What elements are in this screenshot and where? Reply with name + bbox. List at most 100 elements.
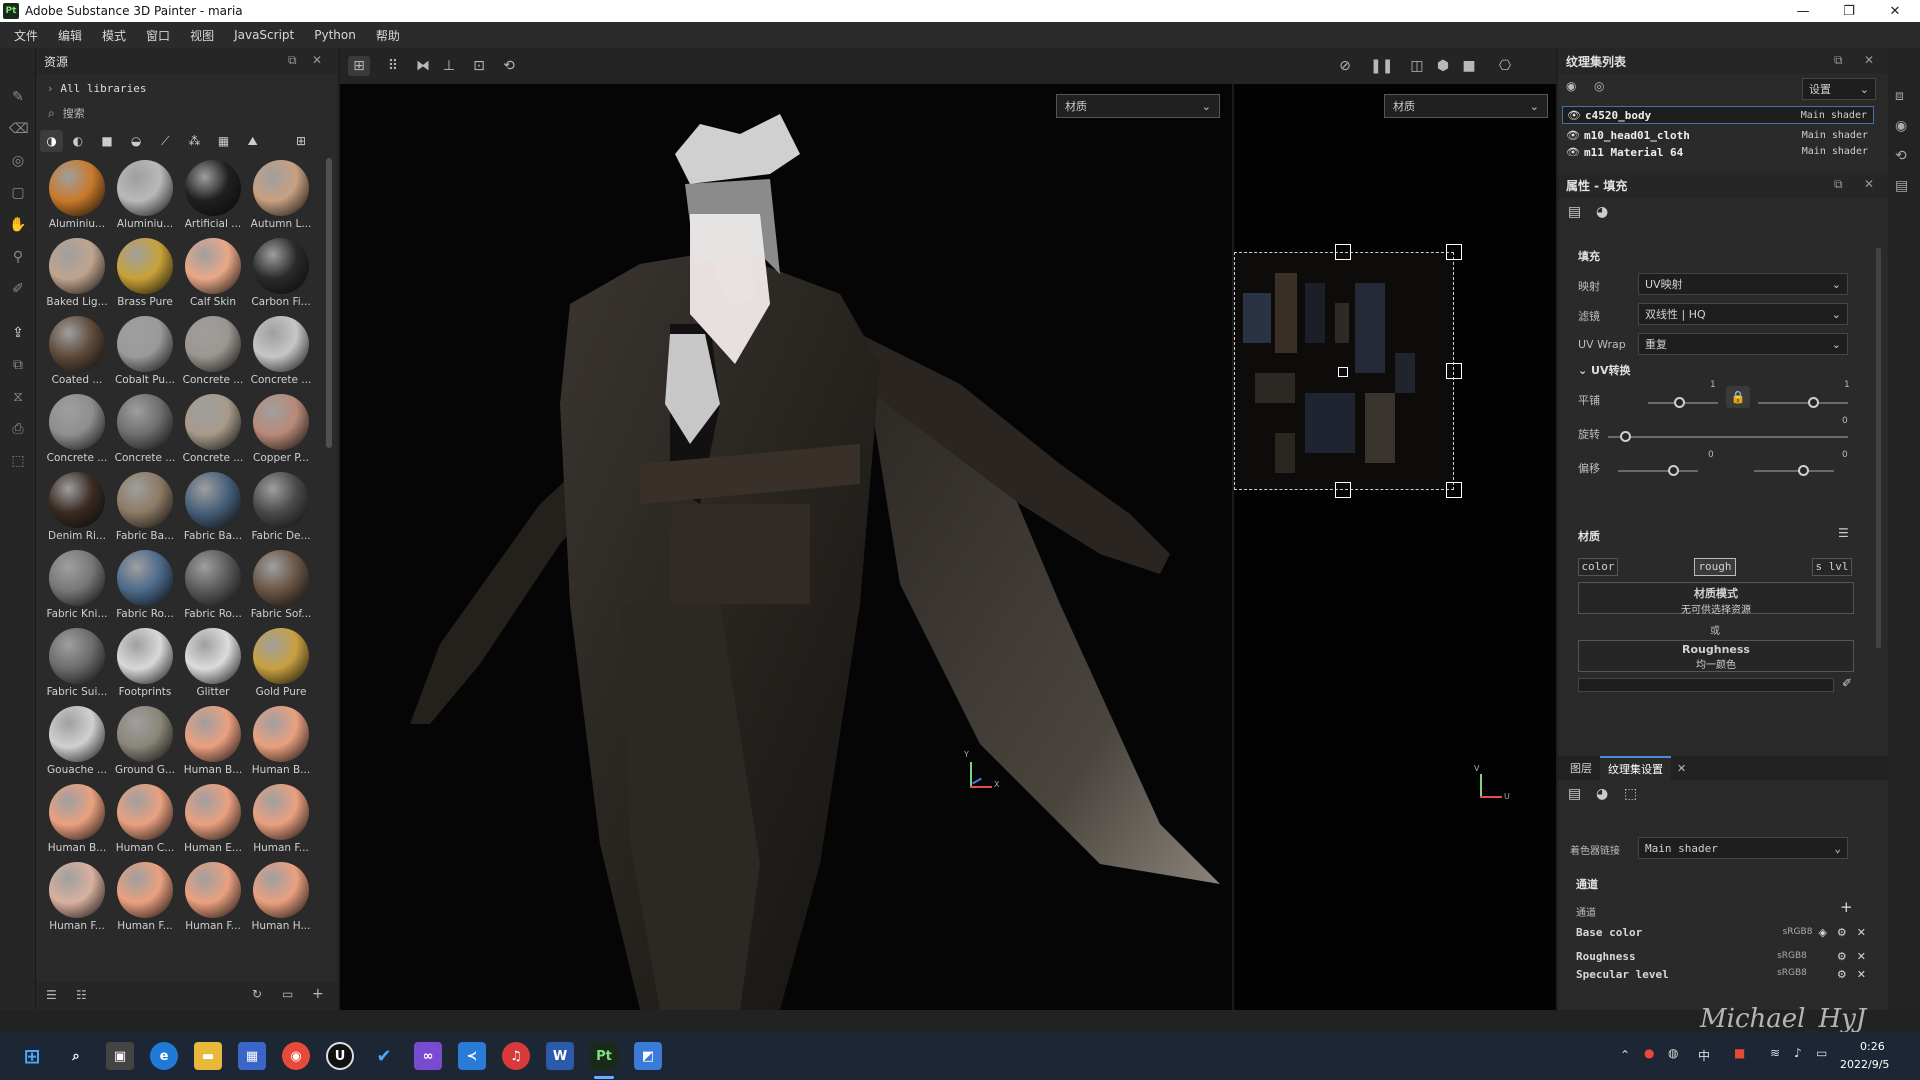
grid-toggle-icon[interactable]: ⊞ — [348, 56, 370, 76]
material-thumbnail[interactable] — [253, 550, 309, 606]
texture-set-row[interactable]: 👁 m11_Material_64 Main shader — [1562, 146, 1874, 156]
edge-icon[interactable]: e — [150, 1042, 178, 1070]
store-icon[interactable]: ▦ — [238, 1042, 266, 1070]
wifi-icon[interactable]: ≋ — [1770, 1046, 1780, 1060]
breadcrumb[interactable]: › All libraries — [44, 78, 328, 98]
windows-start-icon[interactable]: ⊞ — [18, 1042, 46, 1070]
symmetry-icon[interactable]: ⧓ — [412, 56, 434, 76]
visual-studio-icon[interactable]: ∞ — [414, 1042, 442, 1070]
offset-slider-x[interactable] — [1618, 470, 1698, 472]
filter-generators-icon[interactable]: ◒ — [122, 134, 151, 148]
viewport[interactable]: ⊞ ⠿ ⧓ ⊥ ⊡ ⟲ ⊘ ❚❚ ◫ ⬢ ■ ⎔ Y X V U 材质 ⌄ 材质… — [340, 48, 1556, 1010]
history-icon[interactable]: ⟲ — [498, 56, 520, 76]
battery-icon[interactable]: ▭ — [1816, 1046, 1827, 1060]
paint-brush-icon[interactable]: ✎ — [9, 88, 27, 106]
3d-view[interactable]: Y X — [340, 84, 1232, 1010]
material-thumbnail[interactable] — [117, 862, 173, 918]
tray-steam-icon[interactable]: ◍ — [1668, 1046, 1678, 1060]
substance-painter-icon[interactable]: Pt — [590, 1042, 618, 1070]
offset-slider-x-knob[interactable] — [1668, 465, 1679, 476]
gear-icon[interactable]: ⚙ — [1837, 968, 1847, 980]
material-thumbnail[interactable] — [117, 628, 173, 684]
material-mode-slot[interactable]: 材质模式 无可供选择资源 — [1578, 582, 1854, 616]
refresh-icon[interactable]: ↻ — [252, 987, 262, 1001]
material-thumbnail[interactable] — [185, 706, 241, 762]
tray-music-icon[interactable]: ● — [1644, 1046, 1654, 1060]
filter-select[interactable]: 双线性 | HQ ⌄ — [1638, 303, 1848, 325]
material-thumbnail[interactable] — [49, 550, 105, 606]
channel-lvl-button[interactable]: s lvl — [1812, 558, 1852, 576]
remove-channel-icon[interactable]: ✕ — [1857, 950, 1866, 963]
texture-set-row[interactable]: 👁 m10_head01_cloth Main shader — [1562, 126, 1874, 144]
texture-set-row[interactable]: 👁 c4520_body Main shader — [1562, 106, 1874, 124]
assets-scrollbar[interactable] — [326, 158, 332, 448]
material-thumbnail[interactable] — [185, 394, 241, 450]
volume-icon[interactable]: ♪ — [1794, 1046, 1802, 1060]
export-icon[interactable]: ⎙ — [9, 420, 27, 438]
channel-row[interactable]: Roughness sRGB8 ⚙ ✕ — [1576, 944, 1866, 968]
material-thumbnail[interactable] — [185, 550, 241, 606]
close-panel-icon[interactable]: ✕ — [312, 53, 322, 67]
uv-handle-right[interactable] — [1446, 363, 1462, 379]
projection-icon[interactable]: ◎ — [9, 152, 27, 170]
material-thumbnail[interactable] — [49, 706, 105, 762]
material-thumbnail[interactable] — [253, 238, 309, 294]
cube-view-icon[interactable]: ⬢ — [1432, 56, 1454, 76]
lock-icon[interactable]: 🔒 — [1726, 386, 1750, 408]
material-thumbnail[interactable] — [117, 160, 173, 216]
eye-icon[interactable]: 👁 — [1566, 129, 1580, 142]
shelf-icon[interactable]: ⧉ — [9, 356, 27, 374]
history-icon[interactable]: ⟲ — [1895, 148, 1907, 164]
material-thumbnail[interactable] — [117, 238, 173, 294]
add-icon[interactable]: + — [312, 986, 324, 1002]
uvwrap-select[interactable]: 重复 ⌄ — [1638, 333, 1848, 355]
material-thumbnail[interactable] — [185, 628, 241, 684]
photos-icon[interactable]: ◩ — [634, 1042, 662, 1070]
material-thumbnail[interactable] — [117, 706, 173, 762]
material-thumbnail[interactable] — [117, 472, 173, 528]
uv-pivot[interactable] — [1338, 367, 1348, 377]
align-icon[interactable]: ⊥ — [438, 56, 460, 76]
grid-view-icon[interactable]: ⊞ — [267, 134, 306, 148]
bake-icon[interactable]: ⧖ — [9, 388, 27, 406]
filter-alphas-icon[interactable]: ▦ — [209, 134, 238, 148]
material-thumbnail[interactable] — [49, 784, 105, 840]
eye-icon[interactable]: 👁 — [1567, 109, 1581, 122]
material-thumbnail[interactable] — [185, 862, 241, 918]
split-view-icon[interactable]: ◫ — [1406, 56, 1428, 76]
filter-particles-icon[interactable]: ⁂ — [180, 134, 209, 148]
close-tab-icon[interactable]: ✕ — [1677, 762, 1686, 775]
scale-slider-v[interactable] — [1758, 402, 1848, 404]
float-panel-icon[interactable]: ⧉ — [288, 53, 297, 68]
new-folder-icon[interactable]: ▭ — [282, 987, 293, 1001]
channel-row[interactable]: Base color sRGB8 ◈ ⚙ ✕ — [1576, 920, 1866, 944]
channel-color-button[interactable]: color — [1578, 558, 1618, 576]
material-thumbnail[interactable] — [185, 784, 241, 840]
material-thumbnail[interactable] — [49, 394, 105, 450]
scale-slider-v-knob[interactable] — [1808, 397, 1819, 408]
texture-set-settings-select[interactable]: 设置 ⌄ — [1802, 78, 1876, 100]
filter-brushes-icon[interactable]: ⟋ — [151, 134, 180, 149]
channel-rough-button[interactable]: rough — [1694, 558, 1736, 576]
texture-set-list-icon[interactable]: ⧈ — [1895, 88, 1904, 104]
2d-view[interactable]: V U — [1234, 84, 1556, 1010]
assets-icon[interactable]: ⇪ — [9, 324, 27, 342]
clock-date[interactable]: 2022/9/5 — [1840, 1058, 1889, 1071]
tab-texset-settings[interactable]: 纹理集设置 — [1600, 756, 1671, 780]
mapping-select[interactable]: UV映射 ⌄ — [1638, 273, 1848, 295]
remove-channel-icon[interactable]: ✕ — [1857, 968, 1866, 980]
list-view-icon[interactable]: ☰ — [46, 988, 57, 1002]
tray-app-icon[interactable]: ■ — [1734, 1046, 1745, 1060]
tree-view-icon[interactable]: ☷ — [76, 988, 87, 1002]
camera-icon[interactable]: ■ — [1458, 56, 1480, 76]
filter-textures-icon[interactable]: ⛰ — [238, 134, 267, 149]
screenshot-icon[interactable]: ⎔ — [1494, 56, 1516, 76]
material-thumbnail[interactable] — [49, 472, 105, 528]
menu-file[interactable]: 文件 — [4, 27, 48, 44]
material-thumbnail[interactable] — [253, 628, 309, 684]
material-thumbnail[interactable] — [253, 862, 309, 918]
material-thumbnail[interactable] — [185, 316, 241, 372]
vscode-icon[interactable]: ≺ — [458, 1042, 486, 1070]
eraser-icon[interactable]: ⌫ — [9, 120, 29, 138]
offset-slider-y-knob[interactable] — [1798, 465, 1809, 476]
